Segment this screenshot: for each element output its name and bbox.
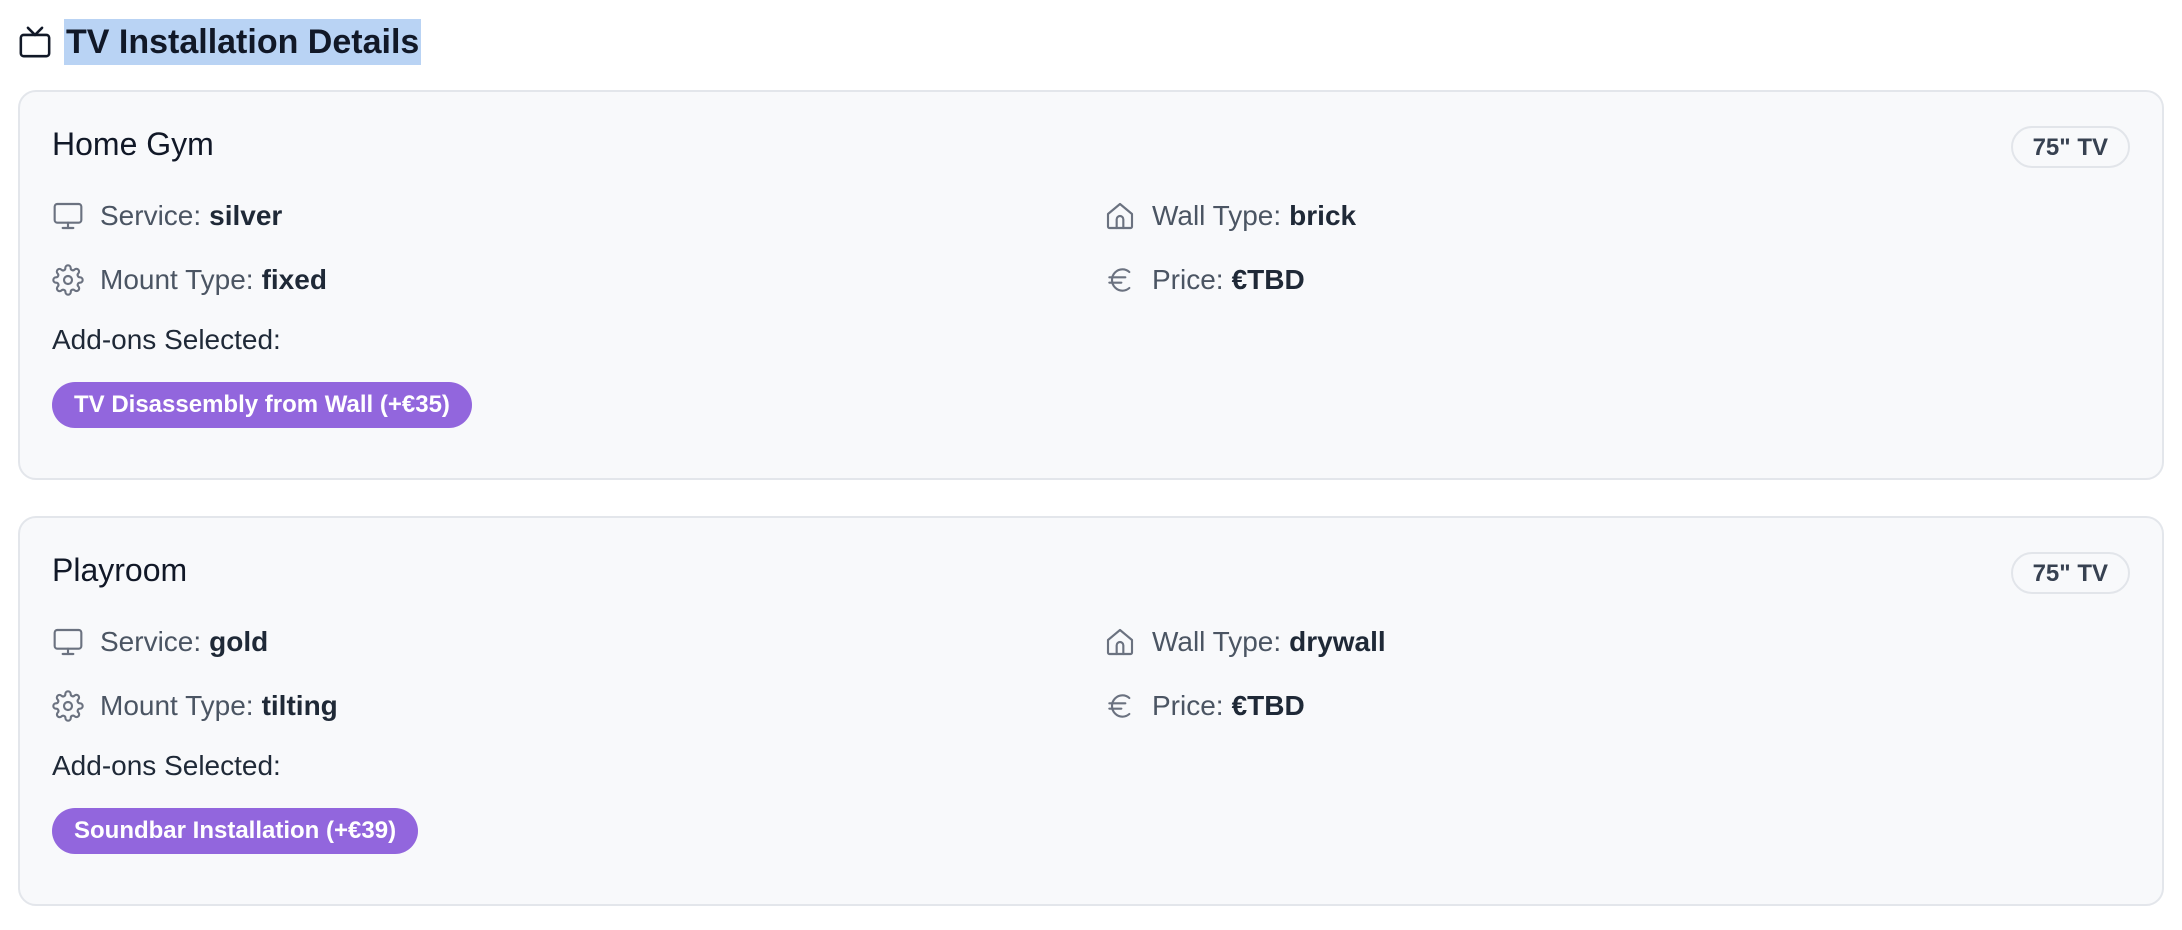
tv-icon [18, 25, 52, 59]
price-label: Price: [1152, 264, 1224, 295]
mount-type-label: Mount Type: [100, 264, 254, 295]
mount-type-value: fixed [261, 264, 327, 295]
home-icon [1104, 626, 1136, 658]
service-value: silver [209, 200, 283, 231]
price-value: €TBD [1231, 690, 1305, 721]
addons-label: Add-ons Selected: [52, 324, 281, 355]
service-detail: Service: gold [52, 622, 268, 662]
tv-size-badge: 75" TV [2010, 552, 2130, 594]
room-card-playroom: Playroom 75" TV Service: gold Wall Type: [18, 516, 2164, 906]
wall-type-value: brick [1289, 200, 1357, 231]
addon-badge: TV Disassembly from Wall (+€35) [52, 382, 472, 428]
room-title: Home Gym [52, 126, 214, 162]
gear-icon [52, 264, 84, 296]
wall-type-value: drywall [1289, 626, 1386, 657]
wall-type-label: Wall Type: [1152, 626, 1282, 657]
monitor-icon [52, 200, 84, 232]
price-detail: Price: €TBD [1104, 686, 1305, 726]
euro-icon [1104, 264, 1136, 296]
section-header: TV Installation Details [18, 18, 2168, 66]
mount-type-detail: Mount Type: fixed [52, 260, 327, 300]
section-title: TV Installation Details [64, 19, 422, 65]
monitor-icon [52, 626, 84, 658]
service-label: Service: [100, 626, 202, 657]
mount-type-label: Mount Type: [100, 690, 254, 721]
mount-type-detail: Mount Type: tilting [52, 686, 338, 726]
room-card-home-gym: Home Gym 75" TV Service: silver Wall Typ… [18, 90, 2164, 480]
service-value: gold [209, 626, 269, 657]
wall-type-label: Wall Type: [1152, 200, 1282, 231]
home-icon [1104, 200, 1136, 232]
price-value: €TBD [1231, 264, 1305, 295]
addon-badge: Soundbar Installation (+€39) [52, 808, 419, 854]
euro-icon [1104, 690, 1136, 722]
price-detail: Price: €TBD [1104, 260, 1305, 300]
mount-type-value: tilting [261, 690, 338, 721]
gear-icon [52, 690, 84, 722]
tv-size-badge: 75" TV [2010, 126, 2130, 168]
price-label: Price: [1152, 690, 1224, 721]
tv-installation-details-section: TV Installation Details Home Gym 75" TV … [18, 18, 2168, 906]
addons-label: Add-ons Selected: [52, 750, 281, 781]
room-title: Playroom [52, 552, 188, 588]
service-label: Service: [100, 200, 202, 231]
wall-type-detail: Wall Type: brick [1104, 196, 1356, 236]
wall-type-detail: Wall Type: drywall [1104, 622, 1386, 662]
service-detail: Service: silver [52, 196, 282, 236]
